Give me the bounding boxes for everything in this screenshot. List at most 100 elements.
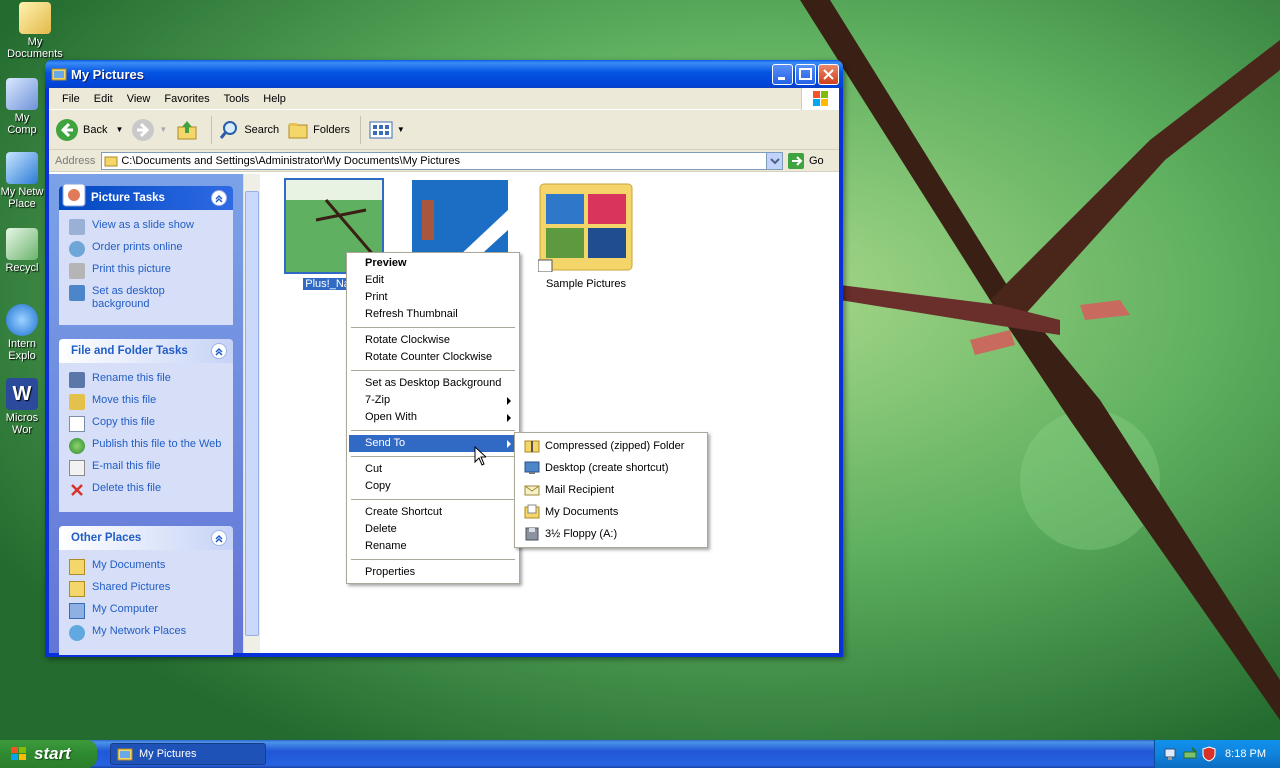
forward-dropdown-icon: ▼ bbox=[159, 125, 168, 134]
chevron-down-icon bbox=[770, 157, 780, 164]
place-my-computer[interactable]: My Computer bbox=[69, 603, 223, 619]
mail-icon bbox=[524, 485, 540, 496]
task-view-slideshow[interactable]: View as a slide show bbox=[69, 219, 223, 235]
task-copy-file[interactable]: Copy this file bbox=[69, 416, 223, 432]
taskbar-button-my-pictures[interactable]: My Pictures bbox=[110, 743, 266, 765]
sendto-compressed-folder[interactable]: Compressed (zipped) Folder bbox=[517, 435, 705, 457]
printer-icon bbox=[69, 263, 85, 279]
task-email-file[interactable]: E-mail this file bbox=[69, 460, 223, 476]
back-button[interactable]: Back ▼ bbox=[55, 118, 123, 142]
submenu-arrow-icon bbox=[507, 414, 511, 422]
task-pane-scrollbar[interactable] bbox=[243, 174, 260, 653]
place-network-places[interactable]: My Network Places bbox=[69, 625, 223, 641]
up-folder-button[interactable] bbox=[175, 118, 203, 142]
menu-separator bbox=[351, 559, 515, 560]
desktop-icon-recycle-bin[interactable]: Recycl bbox=[0, 228, 44, 274]
place-shared-pictures[interactable]: Shared Pictures bbox=[69, 581, 223, 597]
other-places-header[interactable]: Other Places bbox=[59, 526, 233, 550]
menu-tools[interactable]: Tools bbox=[217, 93, 257, 105]
desktop-icon-microsoft-word[interactable]: W Micros Wor bbox=[0, 378, 44, 436]
window-title: My Pictures bbox=[71, 66, 144, 82]
menu-item-delete[interactable]: Delete bbox=[349, 521, 517, 538]
security-shield-icon[interactable] bbox=[1201, 746, 1217, 762]
menu-favorites[interactable]: Favorites bbox=[157, 93, 216, 105]
address-label: Address bbox=[55, 154, 96, 167]
sendto-my-documents[interactable]: My Documents bbox=[517, 501, 705, 523]
desktop-icon-my-computer[interactable]: My Comp bbox=[0, 78, 44, 136]
menu-separator bbox=[351, 430, 515, 431]
address-field[interactable]: C:\Documents and Settings\Administrator\… bbox=[101, 151, 783, 170]
menu-item-rotate-clockwise[interactable]: Rotate Clockwise bbox=[349, 332, 517, 349]
task-move-file[interactable]: Move this file bbox=[69, 394, 223, 410]
menu-item-preview[interactable]: Preview bbox=[349, 255, 517, 272]
menu-item-7zip[interactable]: 7-Zip bbox=[349, 392, 517, 409]
collapse-chevron-icon[interactable] bbox=[211, 343, 227, 359]
menu-edit[interactable]: Edit bbox=[87, 93, 120, 105]
picture-tasks-header[interactable]: Picture Tasks bbox=[59, 183, 233, 210]
task-set-desktop-background[interactable]: Set as desktop background bbox=[69, 285, 223, 311]
forward-arrow-icon bbox=[132, 118, 155, 141]
task-print-picture[interactable]: Print this picture bbox=[69, 263, 223, 279]
menu-item-set-desktop-background[interactable]: Set as Desktop Background bbox=[349, 375, 517, 392]
email-icon bbox=[69, 460, 85, 476]
menu-item-properties[interactable]: Properties bbox=[349, 564, 517, 581]
collapse-chevron-icon[interactable] bbox=[211, 530, 227, 546]
zip-folder-icon bbox=[524, 440, 540, 453]
menu-item-edit[interactable]: Edit bbox=[349, 272, 517, 289]
sendto-floppy-drive[interactable]: 3½ Floppy (A:) bbox=[517, 523, 705, 545]
submenu-arrow-icon bbox=[507, 397, 511, 405]
menu-item-cut[interactable]: Cut bbox=[349, 461, 517, 478]
back-dropdown-icon[interactable]: ▼ bbox=[115, 125, 123, 134]
safely-remove-hardware-icon[interactable] bbox=[1182, 746, 1198, 762]
minimize-button[interactable] bbox=[772, 64, 793, 85]
maximize-icon bbox=[799, 68, 812, 80]
menu-item-copy[interactable]: Copy bbox=[349, 478, 517, 495]
desktop-icon bbox=[524, 461, 540, 474]
desktop-icon-my-documents[interactable]: My Documents bbox=[0, 2, 70, 60]
folders-button[interactable]: Folders bbox=[287, 119, 350, 141]
network-tray-icon[interactable] bbox=[1163, 746, 1179, 762]
search-button[interactable]: Search bbox=[218, 119, 279, 141]
publish-web-icon bbox=[69, 438, 85, 454]
menu-item-rename[interactable]: Rename bbox=[349, 538, 517, 555]
slideshow-icon bbox=[69, 219, 85, 235]
collapse-chevron-icon[interactable] bbox=[211, 190, 227, 206]
sendto-desktop-shortcut[interactable]: Desktop (create shortcut) bbox=[517, 457, 705, 479]
menu-file[interactable]: File bbox=[55, 93, 87, 105]
rename-icon bbox=[69, 372, 85, 388]
menu-item-open-with[interactable]: Open With bbox=[349, 409, 517, 426]
go-button[interactable]: Go bbox=[787, 152, 833, 170]
my-computer-icon bbox=[69, 603, 85, 619]
menu-item-send-to[interactable]: Send To bbox=[349, 435, 517, 452]
place-my-documents[interactable]: My Documents bbox=[69, 559, 223, 575]
file-folder-tasks-header[interactable]: File and Folder Tasks bbox=[59, 339, 233, 363]
menu-item-rotate-counter-clockwise[interactable]: Rotate Counter Clockwise bbox=[349, 349, 517, 366]
file-folder-tasks-panel: File and Folder Tasks Rename this file M… bbox=[59, 339, 233, 512]
task-rename-file[interactable]: Rename this file bbox=[69, 372, 223, 388]
sendto-mail-recipient[interactable]: Mail Recipient bbox=[517, 479, 705, 501]
start-button[interactable]: start bbox=[0, 740, 97, 768]
task-order-prints[interactable]: Order prints online bbox=[69, 241, 223, 257]
menu-help[interactable]: Help bbox=[256, 93, 293, 105]
task-delete-file[interactable]: Delete this file bbox=[69, 482, 223, 498]
menu-item-refresh-thumbnail[interactable]: Refresh Thumbnail bbox=[349, 306, 517, 323]
send-to-submenu: Compressed (zipped) Folder Desktop (crea… bbox=[514, 432, 708, 548]
taskbar: start My Pictures 8:18 PM bbox=[0, 740, 1280, 768]
desktop-icon-network-places[interactable]: My Netw Place bbox=[0, 152, 44, 210]
menu-item-print[interactable]: Print bbox=[349, 289, 517, 306]
close-button[interactable] bbox=[818, 64, 839, 85]
task-publish-file[interactable]: Publish this file to the Web bbox=[69, 438, 223, 454]
folder-sample-pictures[interactable]: Sample Pictures bbox=[534, 178, 638, 290]
other-places-panel: Other Places My Documents Shared Picture… bbox=[59, 526, 233, 655]
menu-item-create-shortcut[interactable]: Create Shortcut bbox=[349, 504, 517, 521]
address-dropdown-button[interactable] bbox=[766, 152, 782, 169]
window-titlebar[interactable]: My Pictures bbox=[45, 60, 843, 88]
maximize-button[interactable] bbox=[795, 64, 816, 85]
forward-button[interactable]: ▼ bbox=[131, 118, 167, 142]
desktop-icon-internet-explorer[interactable]: Intern Explo bbox=[0, 304, 44, 362]
menu-view[interactable]: View bbox=[120, 93, 158, 105]
menu-separator bbox=[351, 499, 515, 500]
search-icon bbox=[220, 120, 238, 139]
scrollbar-thumb[interactable] bbox=[245, 191, 259, 636]
views-button[interactable]: ▼ bbox=[369, 120, 405, 140]
